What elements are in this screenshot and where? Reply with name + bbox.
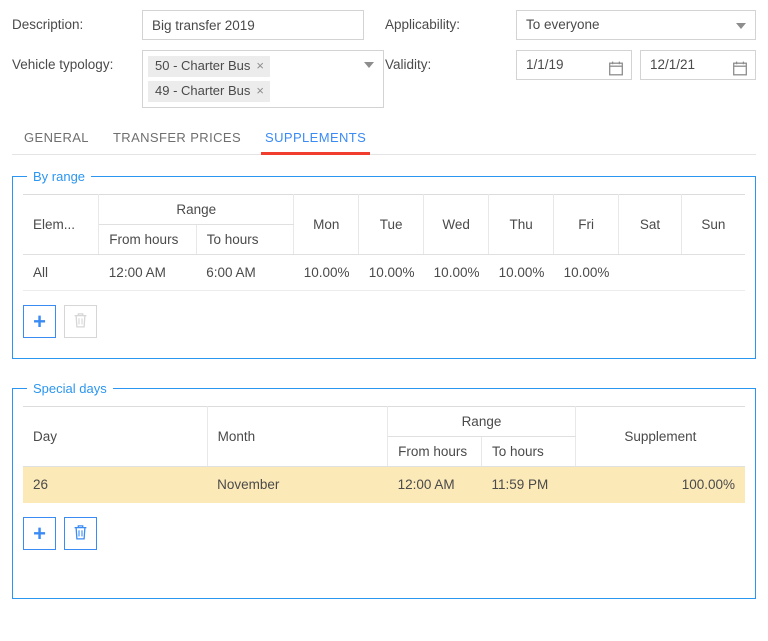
special-days-panel: Special days Day Month Range Supplement … [12, 381, 756, 599]
special-days-table: Day Month Range Supplement From hours To… [23, 406, 745, 503]
cell-fri: 10.00% [553, 254, 619, 291]
col-header-to-hours: To hours [196, 224, 295, 255]
chip-label: 50 - Charter Bus [155, 58, 251, 73]
cell-element: All [23, 254, 99, 291]
validity-to-value: 12/1/21 [650, 57, 696, 72]
vehicle-typology-label: Vehicle typology: [12, 57, 114, 72]
col-header-day: Day [23, 406, 208, 467]
validity-date-range: 1/1/19 12/1/21 [516, 50, 756, 80]
col-header-sat: Sat [618, 194, 682, 255]
description-input[interactable] [142, 10, 364, 40]
chip-remove-icon[interactable]: × [256, 84, 264, 97]
form-row-1: Description: Applicability: To everyone [12, 10, 756, 40]
form-area: Description: Applicability: To everyone … [0, 0, 768, 108]
applicability-selected-value: To everyone [526, 17, 600, 32]
by-range-action-bar: + [23, 305, 745, 338]
validity-field-group: Validity: 1/1/19 12/1/21 [385, 50, 756, 80]
trash-icon [73, 312, 88, 332]
chip-label: 49 - Charter Bus [155, 83, 251, 98]
applicability-select[interactable]: To everyone [516, 10, 756, 40]
add-row-button[interactable]: + [23, 517, 56, 550]
col-header-fri: Fri [553, 194, 620, 255]
by-range-table-body: All 12:00 AM 6:00 AM 10.00% 10.00% 10.00… [23, 254, 745, 291]
cell-month: November [207, 466, 388, 503]
cell-mon: 10.00% [293, 254, 359, 291]
delete-row-button[interactable] [64, 517, 97, 550]
col-header-to-hours: To hours [481, 436, 576, 467]
col-header-thu: Thu [488, 194, 555, 255]
by-range-table-head: Elem... Range Mon Tue Wed Thu Fri Sat Su… [23, 194, 745, 255]
tab-bar: GENERAL TRANSFER PRICES SUPPLEMENTS [12, 124, 756, 155]
cell-sat [618, 254, 682, 291]
tab-general[interactable]: GENERAL [12, 124, 101, 154]
col-header-sun: Sun [681, 194, 745, 255]
col-header-supplement: Supplement [575, 406, 745, 467]
col-header-from-hours: From hours [387, 436, 482, 467]
description-label: Description: [12, 17, 84, 32]
chevron-down-icon [736, 23, 746, 29]
form-row-2: Vehicle typology: 50 - Charter Bus × 49 … [12, 50, 756, 108]
vehicle-typology-multiselect[interactable]: 50 - Charter Bus × 49 - Charter Bus × [142, 50, 384, 108]
calendar-icon[interactable] [609, 58, 623, 86]
cell-day: 26 [23, 466, 208, 503]
cell-thu: 10.00% [488, 254, 554, 291]
validity-from-value: 1/1/19 [526, 57, 564, 72]
cell-wed: 10.00% [423, 254, 489, 291]
applicability-label: Applicability: [385, 17, 461, 32]
cell-supplement: 100.00% [575, 466, 745, 503]
validity-label: Validity: [385, 57, 432, 72]
chevron-down-icon[interactable] [364, 62, 374, 68]
special-days-legend: Special days [33, 381, 107, 396]
calendar-icon[interactable] [733, 58, 747, 86]
cell-from-hours: 12:00 AM [387, 466, 482, 503]
special-days-action-bar: + [23, 517, 745, 550]
table-row[interactable]: 26 November 12:00 AM 11:59 PM 100.00% [23, 466, 745, 503]
cell-tue: 10.00% [358, 254, 424, 291]
validity-from-date[interactable]: 1/1/19 [516, 50, 632, 80]
by-range-panel: By range Elem... Range Mon Tue Wed Thu F… [12, 169, 756, 359]
applicability-field-group: Applicability: To everyone [385, 10, 756, 40]
cell-to-hours: 6:00 AM [196, 254, 294, 291]
chip-vehicle-typology[interactable]: 50 - Charter Bus × [148, 56, 270, 77]
plus-icon: + [33, 308, 46, 334]
vehicle-typology-field-group: Vehicle typology: 50 - Charter Bus × 49 … [12, 50, 385, 108]
col-header-range: Range [387, 406, 576, 437]
trash-icon [73, 524, 88, 544]
by-range-table: Elem... Range Mon Tue Wed Thu Fri Sat Su… [23, 194, 745, 291]
col-header-month: Month [207, 406, 389, 467]
col-header-range: Range [98, 194, 295, 225]
table-row[interactable]: All 12:00 AM 6:00 AM 10.00% 10.00% 10.00… [23, 254, 745, 291]
cell-sun [681, 254, 745, 291]
delete-row-button [64, 305, 97, 338]
by-range-legend: By range [33, 169, 86, 184]
col-header-from-hours: From hours [98, 224, 197, 255]
col-header-mon: Mon [293, 194, 360, 255]
col-header-wed: Wed [423, 194, 490, 255]
validity-to-date[interactable]: 12/1/21 [640, 50, 756, 80]
tab-supplements[interactable]: SUPPLEMENTS [253, 124, 378, 155]
tab-transfer-prices[interactable]: TRANSFER PRICES [101, 124, 253, 154]
special-days-table-head: Day Month Range Supplement From hours To… [23, 406, 745, 467]
add-row-button[interactable]: + [23, 305, 56, 338]
by-range-header-row-1: Elem... Range Mon Tue Wed Thu Fri Sat Su… [23, 194, 745, 255]
description-field-group: Description: [12, 10, 385, 40]
col-header-element: Elem... [23, 194, 100, 255]
special-days-table-body: 26 November 12:00 AM 11:59 PM 100.00% [23, 466, 745, 503]
cell-from-hours: 12:00 AM [98, 254, 197, 291]
special-days-header-row-1: Day Month Range Supplement [23, 406, 745, 467]
cell-to-hours: 11:59 PM [481, 466, 576, 503]
chip-vehicle-typology[interactable]: 49 - Charter Bus × [148, 81, 270, 102]
col-header-tue: Tue [358, 194, 425, 255]
chip-remove-icon[interactable]: × [256, 59, 264, 72]
plus-icon: + [33, 520, 46, 546]
